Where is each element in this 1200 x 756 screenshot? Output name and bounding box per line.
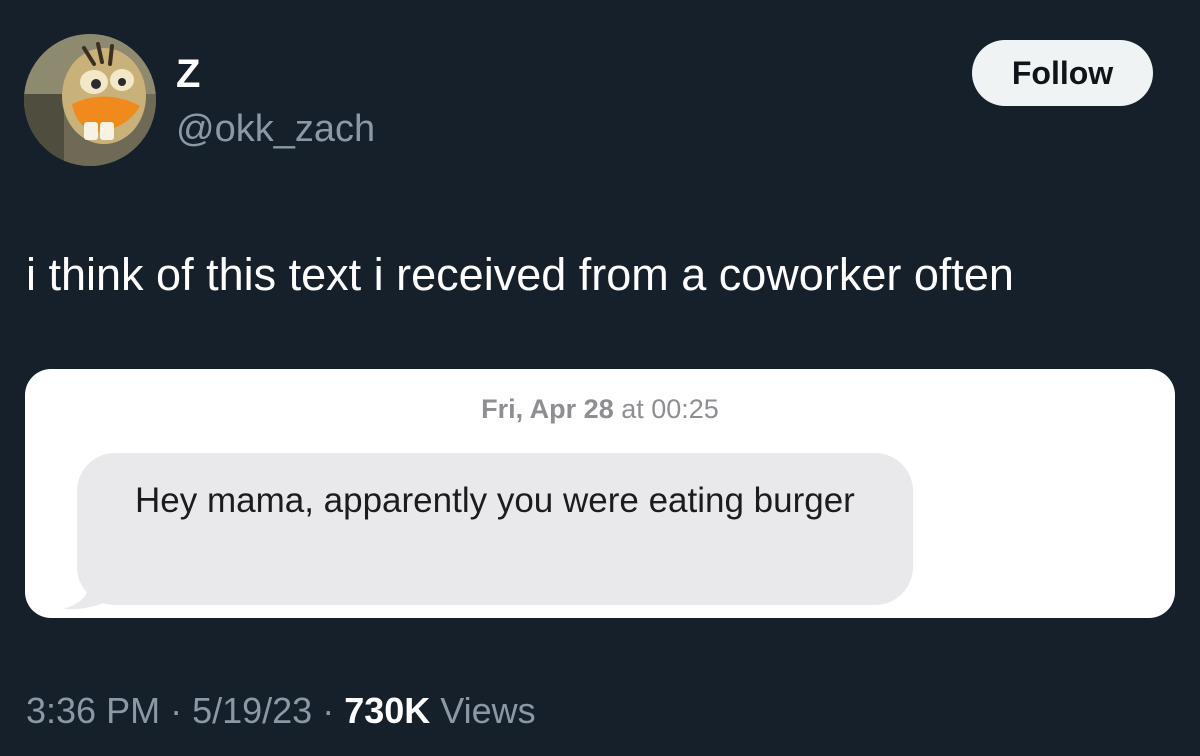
meta-separator: · [322, 690, 335, 731]
tweet-date[interactable]: 5/19/23 [192, 690, 312, 731]
message-timestamp-time: at 00:25 [621, 394, 719, 424]
tweet-meta: 3:36 PM · 5/19/23 · 730K Views [26, 688, 536, 734]
avatar-cartoon-duck-icon [24, 34, 156, 166]
tweet: Z @okk_zach Follow i think of this text … [0, 0, 1200, 756]
tweet-media-image[interactable]: Fri, Apr 28 at 00:25 Hey mama, apparentl… [25, 369, 1175, 618]
views-count[interactable]: 730K [344, 690, 430, 731]
message-timestamp: Fri, Apr 28 at 00:25 [25, 393, 1175, 425]
views-label: Views [440, 690, 536, 731]
follow-button[interactable]: Follow [972, 40, 1153, 106]
tweet-time[interactable]: 3:36 PM [26, 690, 160, 731]
message-timestamp-day: Fri, Apr 28 [481, 394, 614, 424]
avatar[interactable] [24, 34, 156, 166]
tweet-text: i think of this text i received from a c… [26, 249, 1014, 300]
meta-separator: · [170, 690, 183, 731]
author-display-name[interactable]: Z [176, 50, 200, 98]
message-text: Hey mama, apparently you were eating bur… [135, 481, 855, 520]
author-handle[interactable]: @okk_zach [176, 105, 375, 153]
message-bubble: Hey mama, apparently you were eating bur… [77, 453, 913, 605]
